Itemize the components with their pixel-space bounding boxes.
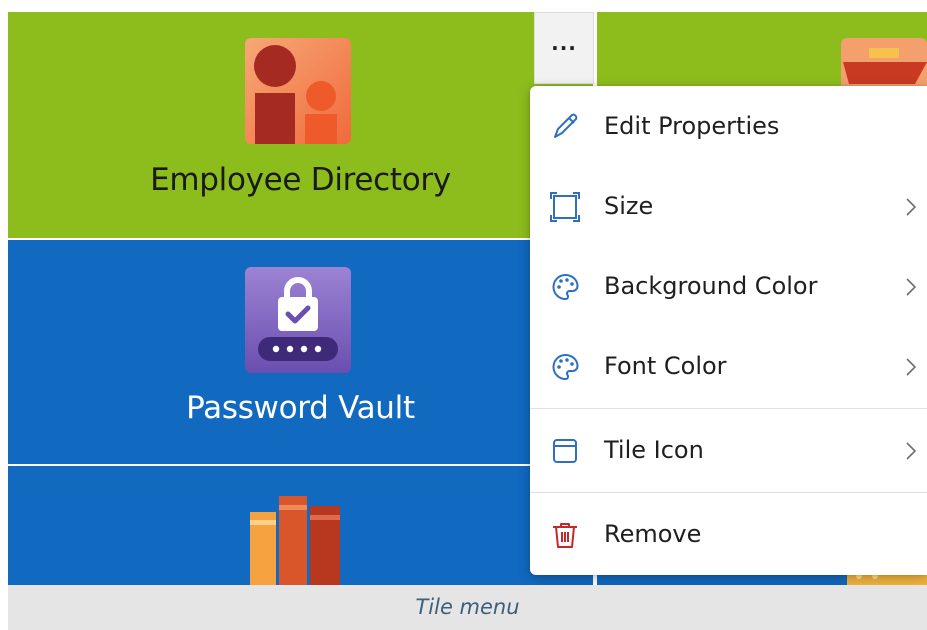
menu-item-label: Tile Icon xyxy=(604,436,704,464)
tile-menu: Edit Properties Size Background Color Fo… xyxy=(530,86,927,575)
chevron-right-icon xyxy=(906,198,917,216)
pencil-icon xyxy=(554,113,578,138)
chevron-right-icon xyxy=(906,358,917,376)
menu-item-label: Size xyxy=(604,192,654,220)
window-icon xyxy=(553,439,577,463)
menu-item-label: Font Color xyxy=(604,352,727,380)
tile-label: Employee Directory xyxy=(150,162,451,198)
menu-item-font-color[interactable]: Font Color xyxy=(530,326,927,406)
resize-frame-icon xyxy=(550,192,580,222)
tile-password-vault[interactable]: Password Vault xyxy=(8,240,593,464)
employee-directory-icon xyxy=(245,38,351,144)
tile-label: Password Vault xyxy=(186,390,415,426)
figure-caption: Tile menu xyxy=(415,595,520,619)
menu-item-label: Remove xyxy=(604,520,702,548)
menu-item-label: Edit Properties xyxy=(604,112,780,140)
tile-employee-directory[interactable]: Employee Directory xyxy=(8,12,593,238)
password-vault-icon xyxy=(245,267,351,373)
menu-separator xyxy=(530,408,927,409)
menu-separator xyxy=(530,492,927,493)
menu-item-remove[interactable]: Remove xyxy=(530,494,927,574)
screenshot-area: Employee Directory Password Vault ... Ed… xyxy=(8,12,927,585)
caption-bar: Tile menu xyxy=(8,585,927,630)
chevron-right-icon xyxy=(906,442,917,460)
trash-icon xyxy=(553,523,577,548)
library-books-icon xyxy=(250,496,340,585)
more-options-button[interactable]: ... xyxy=(534,12,594,84)
menu-item-tile-icon[interactable]: Tile Icon xyxy=(530,410,927,490)
palette-icon xyxy=(552,273,579,301)
palette-icon xyxy=(552,353,579,381)
chevron-right-icon xyxy=(906,278,917,296)
menu-item-size[interactable]: Size xyxy=(530,166,927,246)
tile-library[interactable] xyxy=(8,466,593,585)
menu-item-edit-properties[interactable]: Edit Properties xyxy=(530,86,927,166)
menu-item-background-color[interactable]: Background Color xyxy=(530,246,927,326)
more-options-icon: ... xyxy=(551,31,577,55)
menu-item-label: Background Color xyxy=(604,272,818,300)
